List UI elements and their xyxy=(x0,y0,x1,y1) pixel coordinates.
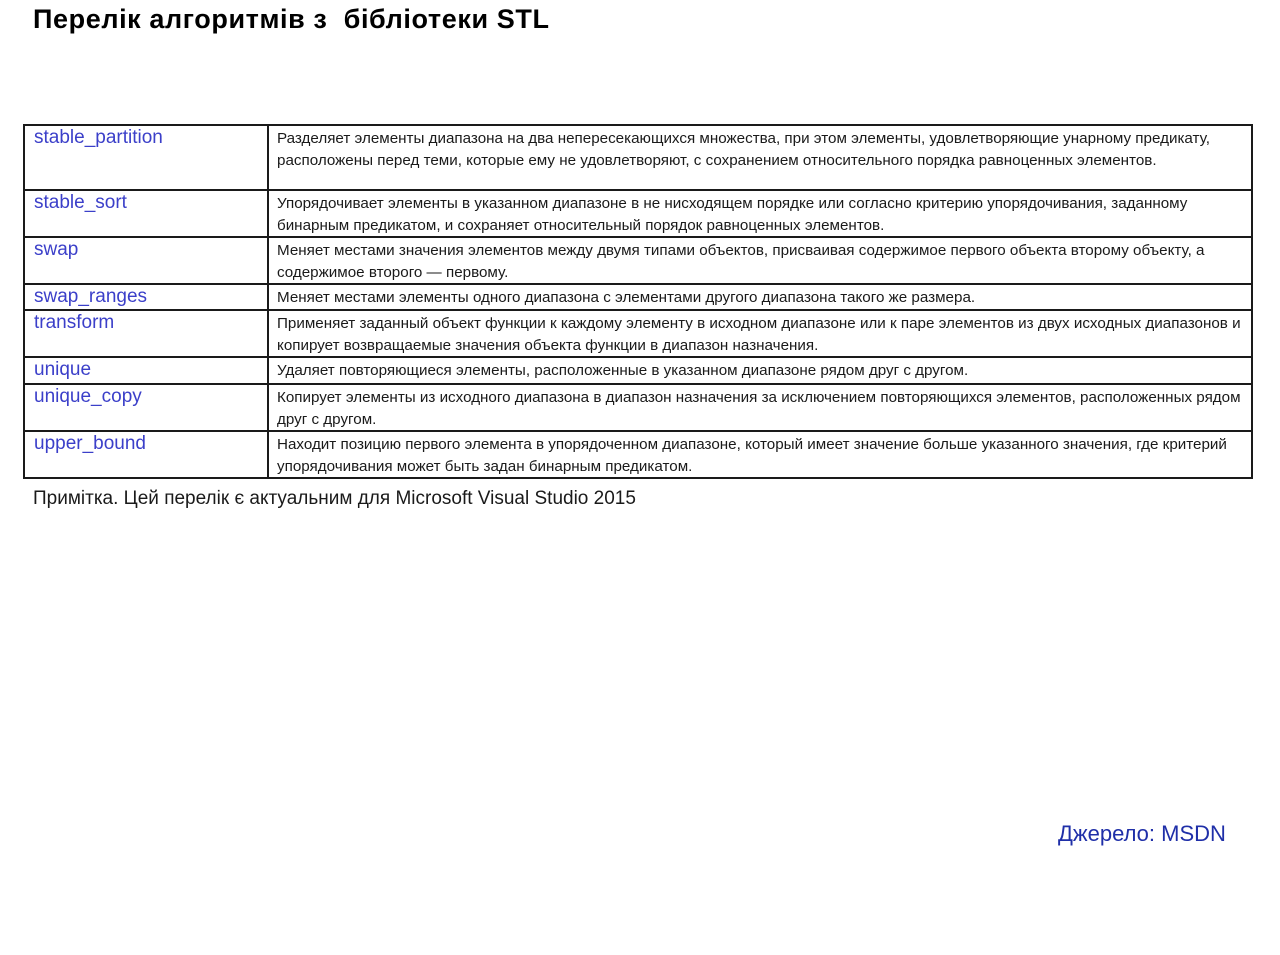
table-row: unique Удаляет повторяющиеся элементы, р… xyxy=(23,356,1253,385)
algorithm-description: Удаляет повторяющиеся элементы, располож… xyxy=(267,356,1253,385)
algorithm-description: Находит позицию первого элемента в упоря… xyxy=(267,430,1253,479)
table-row: transform Применяет заданный объект функ… xyxy=(23,309,1253,358)
algorithm-name: upper_bound xyxy=(34,433,146,454)
algorithm-description: Копирует элементы из исходного диапазона… xyxy=(267,383,1253,432)
algorithm-name-cell: swap xyxy=(23,236,269,285)
algorithm-name-cell: upper_bound xyxy=(23,430,269,479)
algorithm-name-cell: stable_sort xyxy=(23,189,269,238)
table-row: stable_sort Упорядочивает элементы в ука… xyxy=(23,189,1253,238)
algorithm-description: Меняет местами элементы одного диапазона… xyxy=(267,283,1253,311)
algorithm-name: swap_ranges xyxy=(34,286,148,307)
algorithm-name-cell: unique_copy xyxy=(23,383,269,432)
page-title: Перелік алгоритмів з бібліотеки STL xyxy=(33,4,550,34)
table-row: swap_ranges Меняет местами элементы одно… xyxy=(23,283,1253,311)
algorithm-name-cell: transform xyxy=(23,309,269,358)
algorithms-table: stable_partition Разделяет элементы диап… xyxy=(23,124,1253,479)
table-row: stable_partition Разделяет элементы диап… xyxy=(23,124,1253,191)
table-row: unique_copy Копирует элементы из исходно… xyxy=(23,383,1253,432)
algorithm-name: transform xyxy=(34,312,115,333)
algorithm-description: Применяет заданный объект функции к кажд… xyxy=(267,309,1253,358)
algorithm-name: swap xyxy=(34,239,79,260)
algorithm-description: Упорядочивает элементы в указанном диапа… xyxy=(267,189,1253,238)
algorithm-name: unique xyxy=(34,359,92,380)
algorithm-name: stable_sort xyxy=(34,192,127,213)
note-text: Примітка. Цей перелік є актуальним для M… xyxy=(33,488,636,509)
algorithm-name-cell: unique xyxy=(23,356,269,385)
algorithm-name-cell: stable_partition xyxy=(23,124,269,191)
algorithm-name: stable_partition xyxy=(34,127,163,148)
table-row: swap Меняет местами значения элементов м… xyxy=(23,236,1253,285)
algorithm-description: Меняет местами значения элементов между … xyxy=(267,236,1253,285)
algorithm-name: unique_copy xyxy=(34,386,142,407)
algorithm-name-cell: swap_ranges xyxy=(23,283,269,311)
source-text: Джерело: MSDN xyxy=(1058,821,1226,846)
slide: { "title": "Перелік алгоритмів з бібліот… xyxy=(0,0,1280,955)
table-row: upper_bound Находит позицию первого элем… xyxy=(23,430,1253,479)
algorithm-description: Разделяет элементы диапазона на два непе… xyxy=(267,124,1253,191)
